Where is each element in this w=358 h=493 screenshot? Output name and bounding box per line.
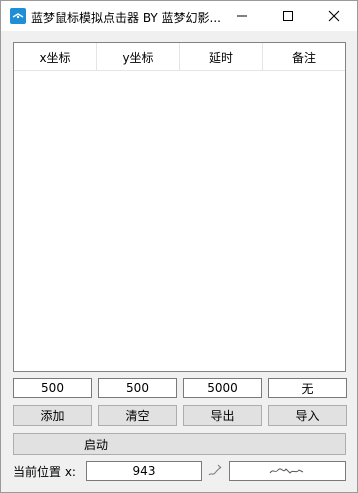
current-position-label: 当前位置 x:: [13, 465, 76, 479]
column-header-note[interactable]: 备注: [263, 43, 345, 71]
minimize-button[interactable]: [219, 1, 265, 31]
signature-image: [229, 461, 346, 481]
y-coordinate-input[interactable]: 500: [98, 378, 177, 398]
column-header-x[interactable]: x坐标: [14, 43, 97, 71]
export-button[interactable]: 导出: [183, 405, 262, 426]
list-header: x坐标 y坐标 延时 备注: [14, 43, 345, 71]
app-icon: [10, 8, 26, 24]
column-header-y[interactable]: y坐标: [97, 43, 180, 71]
add-button[interactable]: 添加: [13, 405, 92, 426]
app-window: 蓝梦鼠标模拟点击器 BY 蓝梦幻影... x坐标 y坐标 延时 备注 500 5…: [0, 0, 358, 493]
signature-icon: [269, 468, 303, 474]
delay-input[interactable]: 5000: [183, 378, 262, 398]
x-coordinate-input[interactable]: 500: [13, 378, 92, 398]
import-button[interactable]: 导入: [268, 405, 347, 426]
minimize-icon: [237, 15, 247, 17]
current-x-field: 943: [86, 461, 202, 481]
maximize-icon: [283, 11, 293, 21]
window-title: 蓝梦鼠标模拟点击器 BY 蓝梦幻影...: [31, 11, 221, 25]
clear-button[interactable]: 清空: [98, 405, 177, 426]
click-points-list[interactable]: x坐标 y坐标 延时 备注: [13, 42, 346, 372]
close-button[interactable]: [311, 1, 357, 31]
title-bar[interactable]: 蓝梦鼠标模拟点击器 BY 蓝梦幻影...: [1, 1, 357, 31]
start-button[interactable]: 启动: [13, 433, 346, 455]
note-input[interactable]: 无: [268, 378, 347, 398]
close-icon: [328, 10, 340, 22]
column-header-delay[interactable]: 延时: [180, 43, 263, 71]
pen-icon: [207, 463, 223, 479]
maximize-button[interactable]: [265, 1, 311, 31]
